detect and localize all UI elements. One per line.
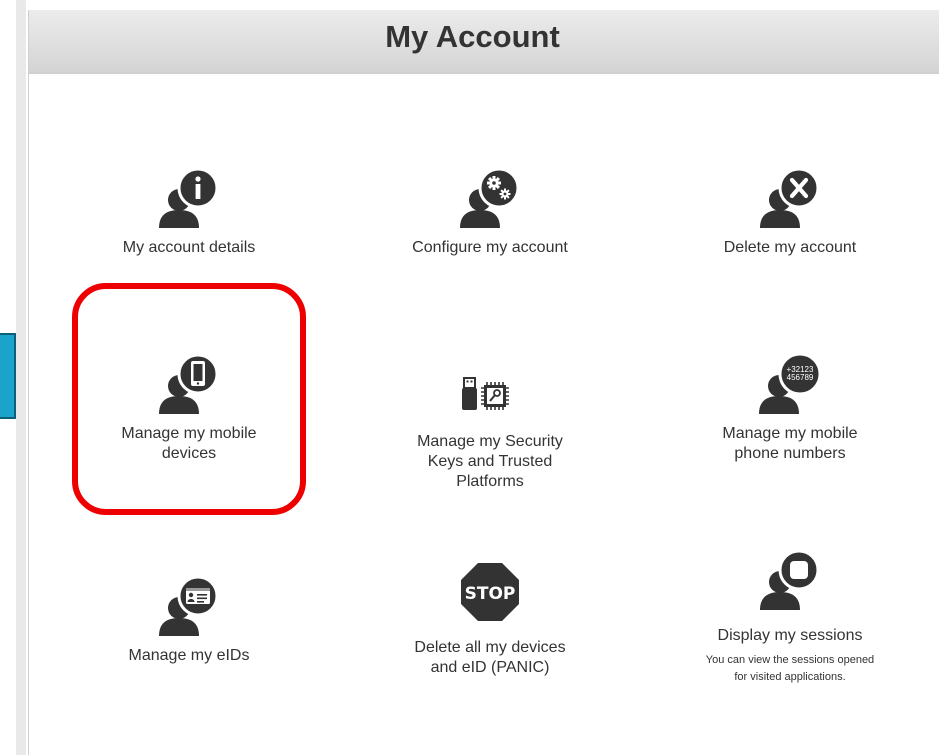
phone-number-line2: 456789 bbox=[787, 373, 814, 382]
user-mobile-icon bbox=[159, 354, 219, 414]
tile-label: Manage my mobile devices bbox=[121, 425, 257, 462]
stop-sign-text: STOP bbox=[465, 584, 516, 604]
tile-label: Manage my mobile phone numbers bbox=[722, 425, 858, 462]
tile-label: Delete my account bbox=[723, 239, 857, 256]
tile-label: My account details bbox=[122, 239, 256, 256]
tile-configure-account[interactable]: Configure my account bbox=[370, 164, 610, 258]
user-phone-number-icon: +32123 456789 bbox=[759, 354, 822, 414]
tile-description-line2: for visited applications. bbox=[734, 671, 846, 683]
security-key-chip-icon bbox=[462, 377, 509, 410]
tile-account-details[interactable]: My account details bbox=[69, 164, 309, 258]
tile-panic-delete[interactable]: STOP Delete all my devices and eID (PANI… bbox=[370, 560, 610, 678]
side-tab[interactable] bbox=[0, 333, 16, 419]
page-header: My Account bbox=[29, 10, 939, 74]
user-eid-card-icon bbox=[159, 576, 219, 636]
tile-manage-mobile-devices[interactable]: Manage my mobile devices bbox=[69, 350, 309, 464]
page-title: My Account bbox=[385, 19, 560, 54]
account-panel: My Account My account details Configure … bbox=[28, 10, 939, 755]
tile-label: Display my sessions bbox=[717, 627, 863, 644]
tile-description-line1: You can view the sessions opened bbox=[705, 654, 875, 666]
tile-security-keys[interactable]: Manage my Security Keys and Trusted Plat… bbox=[370, 350, 610, 492]
stop-sign-icon: STOP bbox=[461, 563, 519, 621]
user-delete-icon bbox=[760, 168, 820, 228]
tile-delete-account[interactable]: Delete my account bbox=[670, 164, 910, 258]
tile-label: Delete all my devices and eID (PANIC) bbox=[414, 639, 566, 676]
tile-label: Manage my eIDs bbox=[128, 647, 250, 664]
tile-label: Manage my Security Keys and Trusted Plat… bbox=[417, 433, 563, 490]
tile-display-sessions[interactable]: Display my sessions You can view the ses… bbox=[670, 546, 910, 686]
user-info-icon bbox=[159, 168, 219, 228]
tile-description: You can view the sessions opened for vis… bbox=[670, 652, 910, 686]
left-border bbox=[16, 0, 26, 755]
tile-mobile-phone-numbers[interactable]: +32123 456789 Manage my mobile phone num… bbox=[670, 350, 910, 464]
tile-manage-eids[interactable]: Manage my eIDs bbox=[69, 572, 309, 666]
tile-label: Configure my account bbox=[412, 239, 568, 256]
user-gears-icon bbox=[460, 168, 520, 228]
user-sessions-icon bbox=[760, 550, 820, 610]
